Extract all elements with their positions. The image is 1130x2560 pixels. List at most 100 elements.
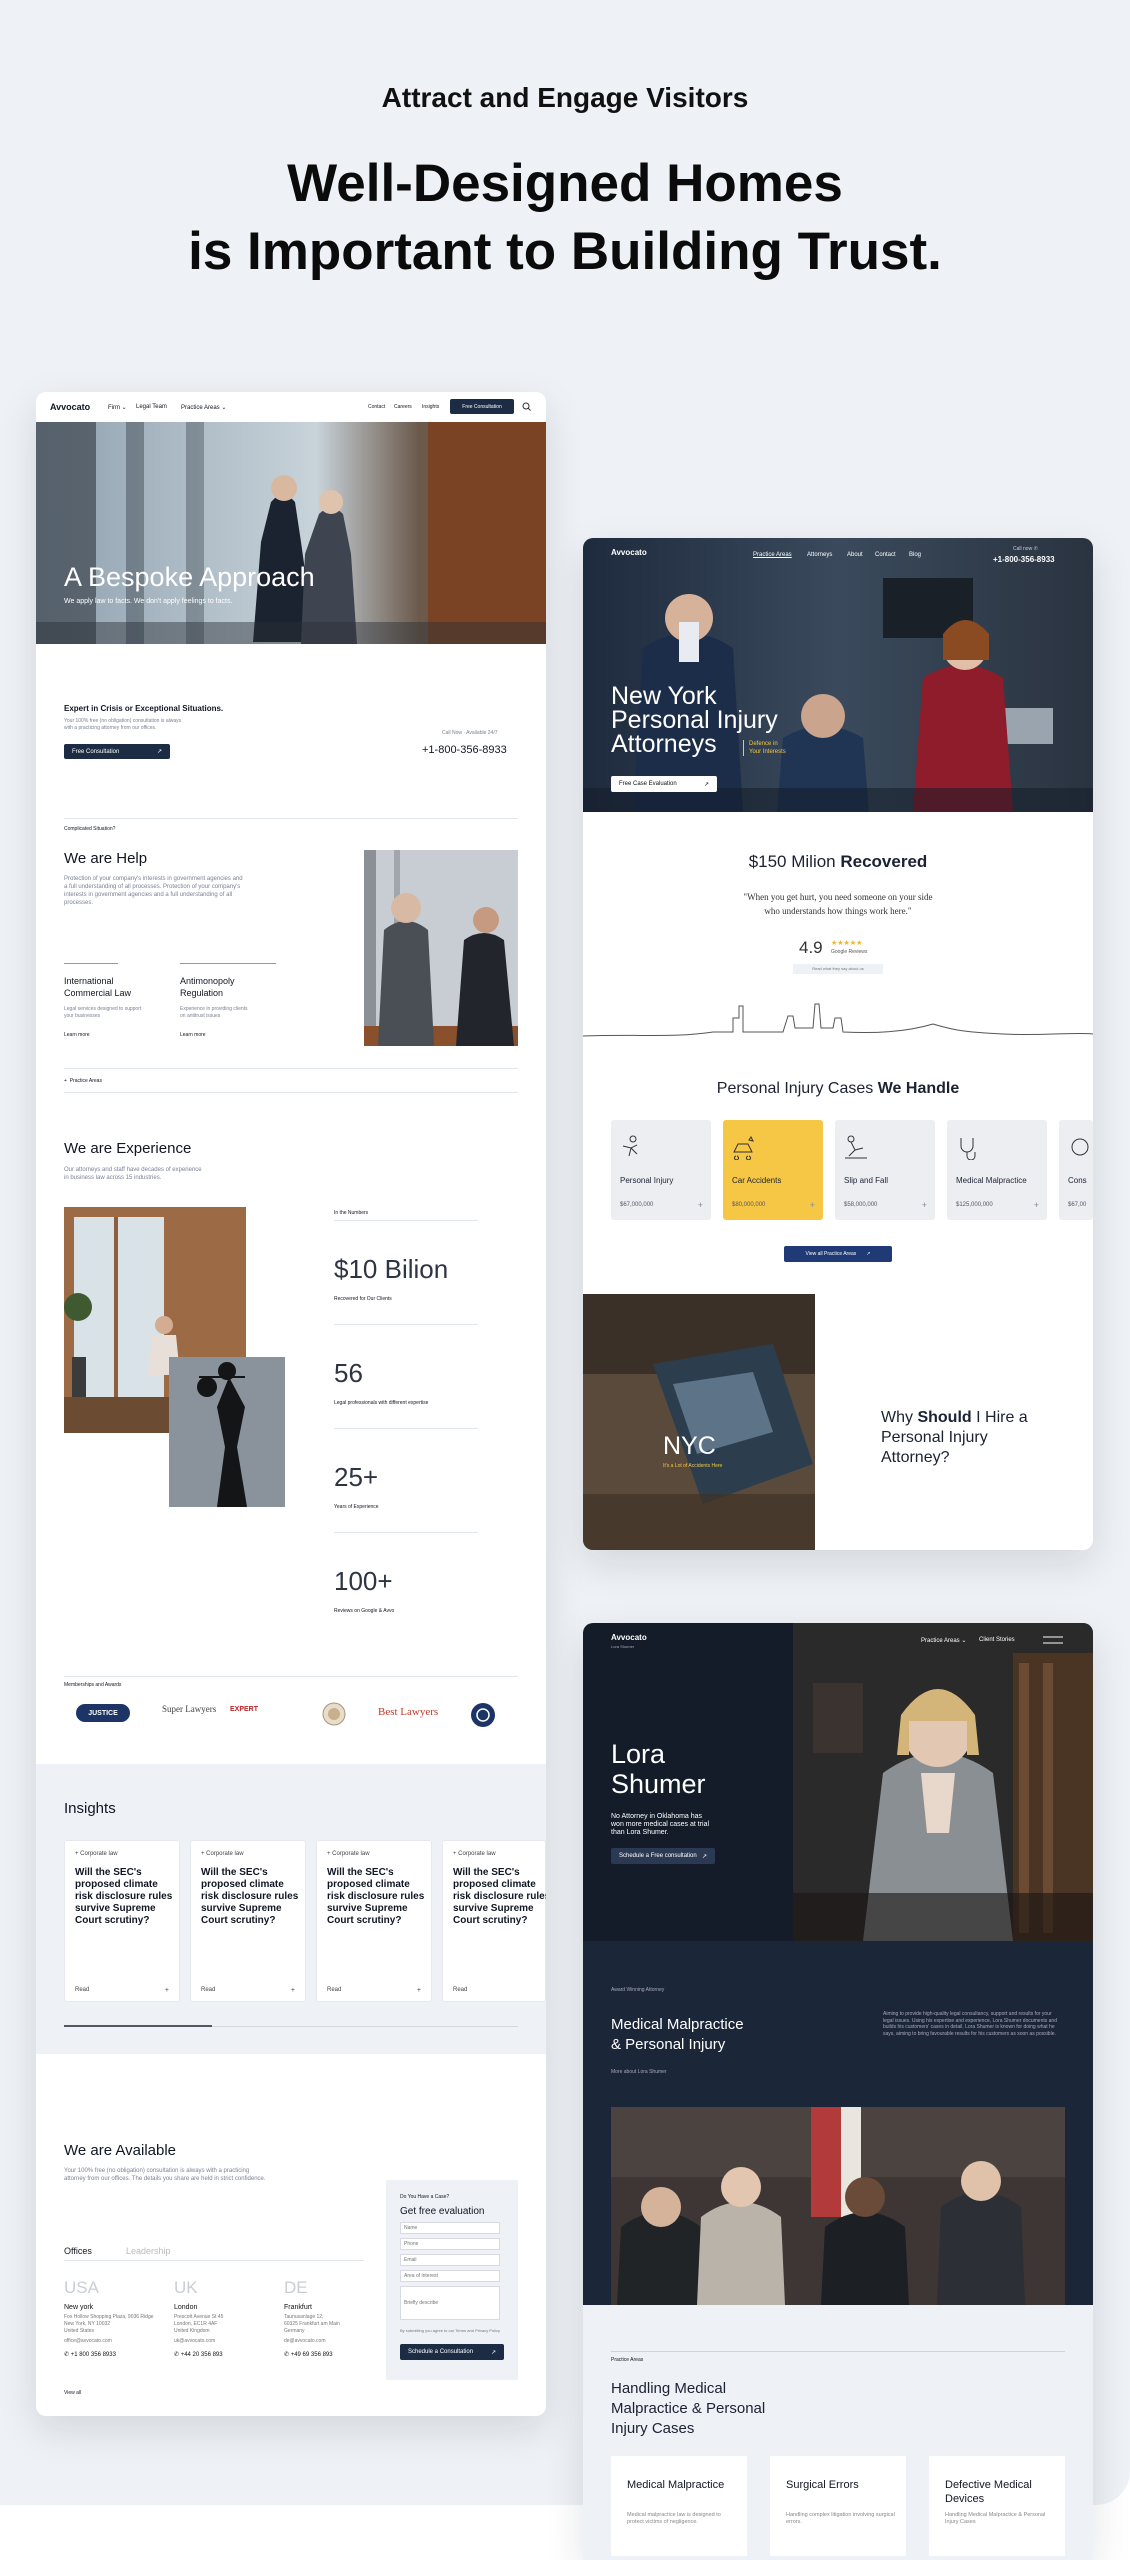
office-code: UK bbox=[174, 2278, 198, 2297]
email-field[interactable] bbox=[400, 2254, 500, 2266]
insight-card[interactable]: + Corporate law Will the SEC's proposed c… bbox=[316, 1840, 432, 2002]
view-all-offices-link[interactable]: View all bbox=[64, 2390, 81, 2396]
nav-insights[interactable]: Insights bbox=[422, 404, 439, 410]
read-link[interactable]: Read bbox=[453, 1987, 467, 1993]
logo[interactable]: Avvocato bbox=[611, 548, 647, 557]
injury-icon bbox=[622, 1135, 638, 1157]
office-city: New york bbox=[64, 2304, 94, 2311]
menu-icon[interactable] bbox=[1043, 1635, 1063, 1645]
insights-title: Insights bbox=[64, 1800, 116, 1817]
plus-icon: + bbox=[697, 1200, 703, 1210]
reviews-link[interactable]: Read what they say about us bbox=[793, 964, 883, 974]
case-card-slip-and-fall[interactable]: Slip and Fall $58,000,000 + bbox=[835, 1120, 935, 1220]
insight-card[interactable]: + Corporate law Will the SEC's proposed c… bbox=[64, 1840, 180, 2002]
name-field[interactable] bbox=[400, 2222, 500, 2234]
schedule-consultation-button[interactable]: Schedule a Consultation ↗ bbox=[400, 2344, 504, 2360]
nav-about[interactable]: About bbox=[847, 552, 863, 558]
nav-contact[interactable]: Contact bbox=[875, 552, 896, 558]
description-field[interactable] bbox=[400, 2286, 500, 2320]
case-amount: $58,000,000 bbox=[844, 1202, 878, 1208]
service-1-link[interactable]: Learn more bbox=[64, 1032, 90, 1038]
insight-title: Will the SEC's proposed climate risk dis… bbox=[327, 1867, 425, 1926]
crisis-text-2: with a practicing attorney from our offi… bbox=[64, 725, 157, 731]
nav-practice-areas[interactable]: Practice Areas bbox=[753, 552, 792, 558]
nav-careers[interactable]: Careers bbox=[394, 404, 412, 410]
nav-client-stories[interactable]: Client Stories bbox=[979, 1637, 1015, 1643]
phone-field[interactable] bbox=[400, 2238, 500, 2250]
courtroom-meeting-photo bbox=[611, 2107, 1065, 2305]
area-select[interactable] bbox=[400, 2270, 500, 2282]
logo[interactable]: Avvocato bbox=[611, 1633, 647, 1642]
service-desc: Medical malpractice law is designed to p… bbox=[627, 2512, 721, 2525]
award-label: Award Winning Attorney bbox=[611, 1987, 665, 1993]
read-link[interactable]: Read bbox=[75, 1987, 89, 1993]
logo-expert: EXPERT bbox=[230, 1706, 259, 1713]
service-2-desc-2: on antitrust issues bbox=[180, 1013, 221, 1019]
more-about-link[interactable]: More about Lora Shumer bbox=[611, 2069, 667, 2075]
why-hire-title: Why Should I Hire a Personal Injury Atto… bbox=[881, 1409, 1028, 1466]
read-link[interactable]: Read bbox=[201, 1987, 215, 1993]
practice-label: Practice Areas bbox=[611, 2357, 644, 2363]
attorney-last-name: Shumer bbox=[611, 1769, 706, 1799]
handling-title: Handling Medical Malpractice & Personal In… bbox=[611, 2380, 766, 2437]
practice-areas-link[interactable]: + Practice Areas bbox=[64, 1078, 102, 1084]
justice-statue-photo bbox=[169, 1357, 285, 1507]
phone-number[interactable]: +1-800-356-8933 bbox=[422, 744, 507, 756]
nav-firm[interactable]: Firm ⌄ bbox=[108, 404, 127, 411]
case-card-personal-injury[interactable]: Personal Injury $67,000,000 + bbox=[611, 1120, 711, 1220]
case-name: Personal Injury bbox=[620, 1176, 674, 1185]
car-crash-icon bbox=[733, 1136, 754, 1160]
plus-icon: + bbox=[290, 1987, 295, 1994]
case-name: Slip and Fall bbox=[844, 1176, 889, 1185]
insight-card[interactable]: + Corporate law Will the SEC's proposed c… bbox=[190, 1840, 306, 2002]
divider bbox=[180, 963, 276, 964]
read-link[interactable]: Read bbox=[327, 1987, 341, 1993]
carousel-thumb[interactable] bbox=[64, 2025, 212, 2027]
header-phone[interactable]: +1-800-356-8933 bbox=[993, 555, 1055, 564]
medical-icon bbox=[960, 1138, 976, 1160]
nav-legal-team[interactable]: Legal Team bbox=[136, 404, 167, 410]
view-all-practice-areas-button[interactable]: View all Practice Areas ↗ bbox=[784, 1246, 892, 1262]
schedule-free-consultation-button[interactable]: Schedule a Free consultation ↗ bbox=[611, 1848, 715, 1864]
service-card-defective-devices[interactable]: Defective Medical Devices Handling Medica… bbox=[929, 2456, 1065, 2556]
office-email: de@avvocato.com bbox=[284, 2338, 326, 2344]
free-case-evaluation-button[interactable]: Free Case Evaluation ↗ bbox=[611, 776, 717, 792]
office-code: USA bbox=[64, 2278, 99, 2297]
divider bbox=[334, 1532, 478, 1533]
nav-blog[interactable]: Blog bbox=[909, 552, 921, 558]
service-card-surgical-errors[interactable]: Surgical Errors Handling complex litigati… bbox=[770, 2456, 906, 2556]
tab-leadership[interactable]: Leadership bbox=[126, 2246, 171, 2256]
attorneys-meeting-photo bbox=[364, 850, 518, 1046]
stat-2-value: 56 bbox=[334, 1358, 363, 1388]
case-card-partial[interactable]: Cons $67,00 bbox=[1059, 1120, 1093, 1220]
tab-offices[interactable]: Offices bbox=[64, 2246, 92, 2256]
attorney-first-name: Lora bbox=[611, 1739, 666, 1769]
attorney-name: Lora Shumer bbox=[611, 1739, 706, 1799]
office-code: DE bbox=[284, 2278, 308, 2297]
hero-title-line-2: Personal Injury bbox=[611, 706, 778, 734]
free-consultation-button[interactable]: Free Consultation ↗ bbox=[64, 744, 170, 759]
insight-title: Will the SEC's proposed climate risk dis… bbox=[75, 1867, 173, 1926]
case-amount: $67,000,000 bbox=[620, 1202, 654, 1208]
insight-card[interactable]: + Corporate law Will the SEC's proposed c… bbox=[442, 1840, 546, 2002]
logo-super-lawyers: Super Lawyers bbox=[162, 1704, 217, 1714]
service-2-link[interactable]: Learn more bbox=[180, 1032, 206, 1038]
search-icon[interactable] bbox=[522, 402, 531, 411]
star-rating-icon: ★★★★★ bbox=[831, 940, 863, 947]
logo[interactable]: Avvocato bbox=[50, 402, 90, 412]
service-name: Surgical Errors bbox=[786, 2479, 859, 2491]
arrow-up-right-icon: ↗ bbox=[490, 2349, 496, 2356]
nav-attorneys[interactable]: Attorneys bbox=[807, 552, 832, 558]
case-card-car-accidents[interactable]: Car Accidents $80,000,000 + bbox=[723, 1120, 823, 1220]
office-email: uk@avvocato.com bbox=[174, 2338, 216, 2344]
nav-contact[interactable]: Contact bbox=[368, 404, 385, 410]
office-address: Fox Hollow Shopping Plaza, 9036 Ridge Ne… bbox=[64, 2314, 154, 2334]
phone-icon: ✆ bbox=[1033, 546, 1038, 552]
nav-practice-areas[interactable]: Practice Areas ⌄ bbox=[921, 1637, 966, 1644]
available-text-2: attorney from our offices. The details y… bbox=[64, 2176, 266, 2182]
case-card-medical-malpractice[interactable]: Medical Malpractice $125,000,000 + bbox=[947, 1120, 1047, 1220]
divider bbox=[64, 818, 518, 819]
service-card-medical-malpractice[interactable]: Medical Malpractice Medical malpractice l… bbox=[611, 2456, 747, 2556]
nav-cta-button[interactable]: Free Consultation bbox=[450, 399, 514, 414]
nav-practice-areas[interactable]: Practice Areas ⌄ bbox=[181, 404, 226, 411]
